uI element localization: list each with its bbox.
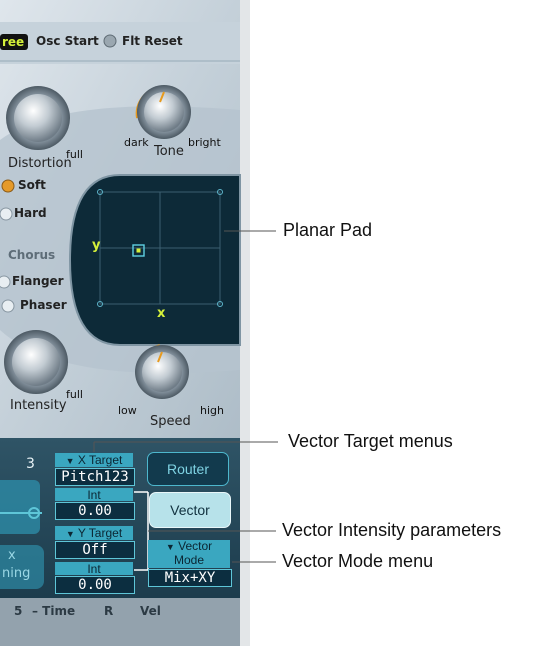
callout-vector-mode-menu: Vector Mode menu bbox=[282, 551, 434, 571]
callout-vector-target-menus: Vector Target menus bbox=[288, 431, 453, 451]
callout-planar-pad: Planar Pad bbox=[283, 220, 373, 240]
callout-lines bbox=[93, 230, 278, 563]
callout-vector-intensity: Vector Intensity parameters bbox=[282, 520, 502, 540]
